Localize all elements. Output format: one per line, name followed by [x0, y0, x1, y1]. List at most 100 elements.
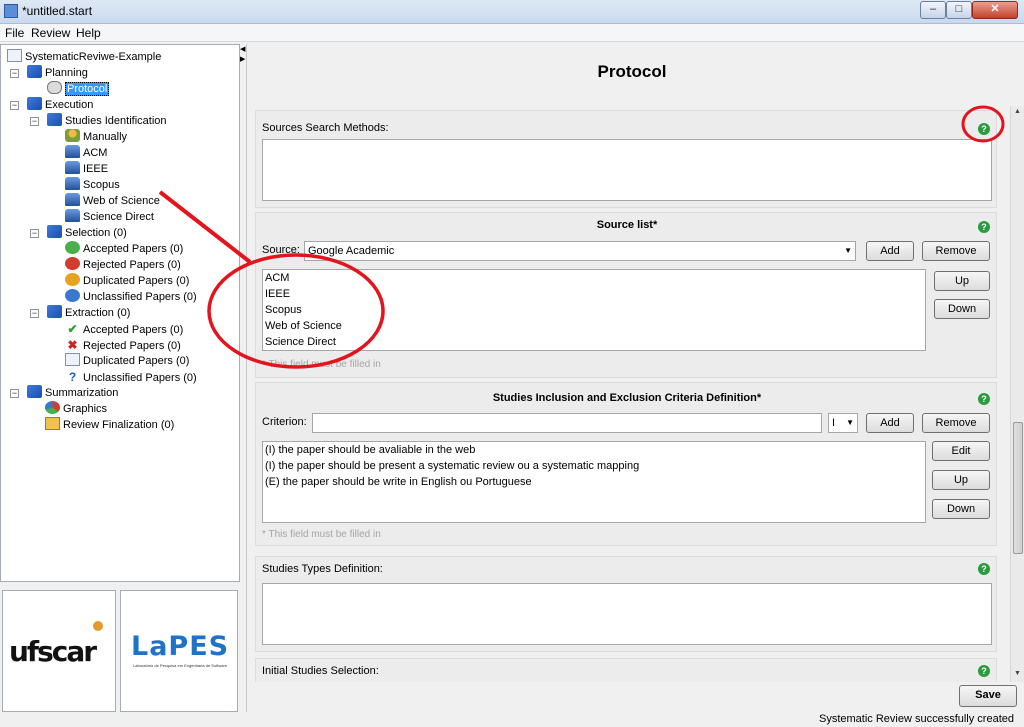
sources-search-methods-textarea[interactable] [262, 139, 992, 201]
maximize-button[interactable]: □ [946, 1, 972, 19]
criterion-edit-button[interactable]: Edit [932, 441, 990, 461]
source-add-button[interactable]: Add [866, 241, 914, 261]
source-list[interactable]: ACM IEEE Scopus Web of Science Science D… [262, 269, 926, 351]
help-icon[interactable]: ? [978, 563, 990, 575]
page-title: Protocol [597, 62, 667, 81]
list-item[interactable]: ACM [265, 270, 289, 286]
tree-item-selection-unclassified[interactable]: Unclassified Papers (0) [65, 289, 197, 305]
folder-icon [27, 97, 42, 110]
tree-item-extraction-duplicated[interactable]: Duplicated Papers (0) [65, 353, 189, 369]
tree-item-selection-duplicated[interactable]: Duplicated Papers (0) [65, 273, 189, 289]
glasses-icon [47, 81, 62, 94]
tree-item-scopus[interactable]: Scopus [65, 177, 120, 193]
tree-root[interactable]: SystematicReviwe-Example [7, 49, 161, 65]
criterion-remove-button[interactable]: Remove [922, 413, 990, 433]
criterion-down-button[interactable]: Down [932, 499, 990, 519]
menu-review[interactable]: Review [31, 26, 70, 40]
source-down-button[interactable]: Down [934, 299, 990, 319]
cross-icon: ✖ [67, 338, 78, 352]
list-item[interactable]: (I) the paper should be present a system… [265, 458, 639, 474]
list-item[interactable]: Science Direct [265, 334, 336, 350]
collapse-icon[interactable]: − [30, 309, 39, 318]
scroll-up-arrow-icon[interactable]: ▲ [1014, 108, 1021, 115]
criterion-type-select[interactable]: I ▼ [828, 413, 858, 433]
splitter-left-arrow-icon[interactable]: ◀ [240, 46, 245, 53]
list-item[interactable]: Scopus [265, 302, 302, 318]
sources-search-methods-label: Sources Search Methods: [262, 122, 389, 134]
help-icon[interactable]: ? [978, 123, 990, 135]
tree-item-protocol[interactable]: Protocol [47, 81, 110, 97]
help-icon[interactable]: ? [978, 665, 990, 677]
minimize-button[interactable]: – [920, 1, 946, 19]
collapse-icon[interactable]: − [10, 101, 19, 110]
list-item[interactable]: Web of Science [265, 318, 342, 334]
folder-icon [27, 385, 42, 398]
scrollbar-thumb[interactable] [1013, 422, 1023, 554]
tree-item-selection[interactable]: − Selection (0) [30, 225, 127, 241]
tree-item-execution[interactable]: − Execution [10, 97, 93, 113]
collapse-icon[interactable]: − [30, 117, 39, 126]
help-icon[interactable]: ? [978, 221, 990, 233]
criterion-add-button[interactable]: Add [866, 413, 914, 433]
tree-item-studies-identification[interactable]: − Studies Identification [30, 113, 167, 129]
lapes-logo-subtitle: Laboratório de Pesquisa em Engenharia de… [133, 663, 228, 668]
criterion-input[interactable] [312, 413, 822, 433]
collapse-icon[interactable]: − [10, 69, 19, 78]
project-tree: SystematicReviwe-Example − Planning Proto… [0, 44, 240, 582]
duplicated-icon [65, 273, 80, 286]
tree-item-review-finalization[interactable]: Review Finalization (0) [45, 417, 174, 433]
database-icon [65, 193, 80, 206]
tree-item-extraction-unclassified[interactable]: ? Unclassified Papers (0) [65, 369, 197, 385]
tree-item-web-of-science[interactable]: Web of Science [65, 193, 160, 209]
splitter-right-arrow-icon[interactable]: ▶ [240, 56, 245, 63]
tree-item-extraction[interactable]: − Extraction (0) [30, 305, 130, 321]
chevron-down-icon[interactable]: ▼ [844, 242, 852, 260]
menu-file[interactable]: File [5, 26, 24, 40]
tree-item-selection-accepted[interactable]: Accepted Papers (0) [65, 241, 183, 257]
required-field-hint: * This field must be filled in [262, 359, 381, 370]
check-icon: ✔ [67, 322, 78, 336]
studies-types-section: Studies Types Definition: ? [255, 556, 997, 652]
tree-item-ieee[interactable]: IEEE [65, 161, 108, 177]
duplicate-window-icon [65, 353, 80, 366]
collapse-icon[interactable]: − [30, 229, 39, 238]
collapse-icon[interactable]: − [10, 389, 19, 398]
scroll-down-arrow-icon[interactable]: ▼ [1014, 670, 1021, 677]
source-remove-button[interactable]: Remove [922, 241, 990, 261]
tree-item-extraction-accepted[interactable]: ✔ Accepted Papers (0) [65, 321, 183, 337]
studies-types-textarea[interactable] [262, 583, 992, 645]
source-list-section: Source list* ? Source: Google Academic ▼ … [255, 212, 997, 378]
window-title: *untitled.start [22, 4, 93, 18]
criterion-up-button[interactable]: Up [932, 470, 990, 490]
database-icon [65, 161, 80, 174]
menu-help[interactable]: Help [76, 26, 101, 40]
finalization-icon [45, 417, 60, 430]
tree-item-acm[interactable]: ACM [65, 145, 107, 161]
protocol-scroll-area[interactable]: Sources Search Methods: ? Source list* ?… [247, 106, 1024, 682]
pie-chart-icon [45, 401, 60, 414]
list-item[interactable]: (I) the paper should be avaliable in the… [265, 442, 475, 458]
list-item[interactable]: (E) the paper should be write in English… [265, 474, 532, 490]
save-button[interactable]: Save [959, 685, 1017, 707]
tree-item-planning[interactable]: − Planning [10, 65, 88, 81]
tree-item-selection-rejected[interactable]: Rejected Papers (0) [65, 257, 181, 273]
close-button[interactable]: ✕ [972, 1, 1018, 19]
vertical-scrollbar[interactable]: ▲ ▼ [1010, 106, 1024, 682]
tree-item-graphics[interactable]: Graphics [45, 401, 107, 417]
review-document-icon [7, 49, 22, 62]
chevron-down-icon[interactable]: ▼ [846, 414, 854, 432]
source-list-heading: Source list* [596, 219, 658, 231]
tree-item-summarization[interactable]: − Summarization [10, 385, 118, 401]
status-message: Systematic Review successfully created [818, 713, 1014, 725]
folder-icon [27, 65, 42, 78]
list-item[interactable]: IEEE [265, 286, 290, 302]
source-up-button[interactable]: Up [934, 271, 990, 291]
source-select[interactable]: Google Academic ▼ [304, 241, 856, 261]
tree-item-science-direct[interactable]: Science Direct [65, 209, 154, 225]
criteria-list[interactable]: (I) the paper should be avaliable in the… [262, 441, 926, 523]
criteria-heading: Studies Inclusion and Exclusion Criteria… [492, 392, 762, 404]
help-icon[interactable]: ? [978, 393, 990, 405]
tree-item-extraction-rejected[interactable]: ✖ Rejected Papers (0) [65, 337, 180, 353]
tree-item-manually[interactable]: Manually [65, 129, 127, 145]
accepted-icon [65, 241, 80, 254]
